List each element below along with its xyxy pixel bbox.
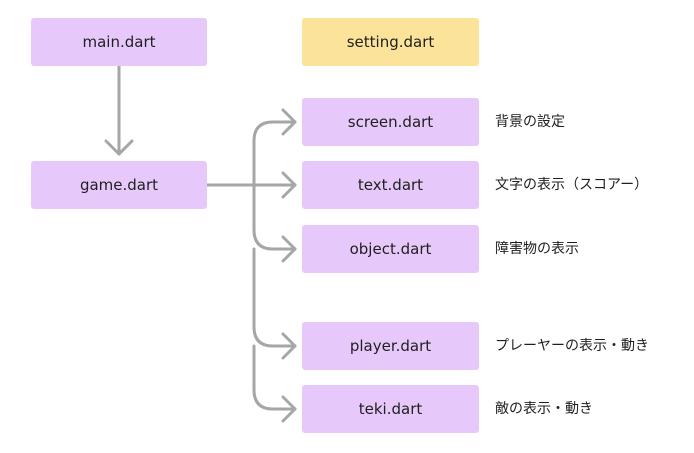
node-player-dart: player.dart — [302, 322, 479, 370]
node-object-dart: object.dart — [302, 225, 479, 273]
node-text-dart: text.dart — [302, 161, 479, 209]
node-setting-dart: setting.dart — [302, 18, 479, 66]
node-teki-label: teki.dart — [358, 399, 423, 418]
description-text: 文字の表示（スコアー） — [495, 177, 649, 193]
node-setting-label: setting.dart — [346, 32, 435, 51]
node-text-label: text.dart — [357, 175, 424, 194]
description-screen: 背景の設定 — [495, 114, 565, 130]
description-player: プレーヤーの表示・動き — [495, 338, 649, 354]
connector-to-teki — [252, 344, 297, 411]
node-object-label: object.dart — [349, 239, 432, 258]
node-game-dart: game.dart — [31, 161, 207, 209]
node-game-label: game.dart — [79, 175, 159, 194]
node-main-dart: main.dart — [31, 18, 207, 66]
node-teki-dart: teki.dart — [302, 385, 479, 433]
node-main-label: main.dart — [82, 32, 156, 51]
node-player-label: player.dart — [349, 336, 432, 355]
description-teki: 敵の表示・動き — [495, 401, 593, 417]
connector-to-screen — [252, 120, 297, 187]
file-structure-diagram: main.dart setting.dart game.dart screen.… — [0, 0, 694, 453]
connector-to-object — [252, 183, 297, 251]
connector-to-player — [252, 247, 297, 348]
description-object: 障害物の表示 — [495, 241, 579, 257]
node-screen-label: screen.dart — [347, 112, 434, 131]
node-screen-dart: screen.dart — [302, 98, 479, 146]
